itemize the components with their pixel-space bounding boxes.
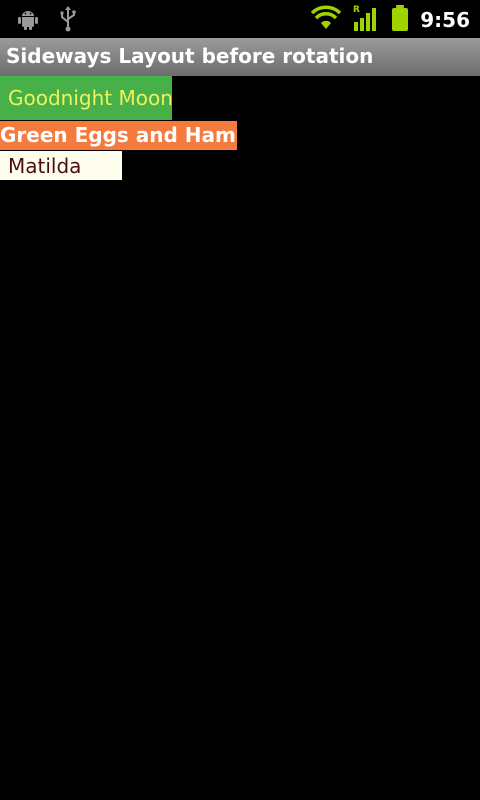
status-clock: 9:56 [420, 8, 470, 32]
title-bar: Sideways Layout before rotation [0, 38, 480, 76]
wifi-icon [310, 5, 342, 35]
status-right-icons: R 9:56 [310, 4, 470, 36]
svg-text:R: R [353, 5, 360, 15]
list-item-label: Matilda [8, 154, 82, 178]
list-item-goodnight-moon: Goodnight Moon [0, 76, 173, 120]
status-left-icons [16, 6, 78, 36]
signal-roaming-icon: R [352, 4, 380, 36]
list-item-label: Goodnight Moon [8, 86, 173, 110]
page-title: Sideways Layout before rotation [6, 44, 374, 68]
usb-icon [58, 6, 78, 36]
status-bar: R 9:56 [0, 0, 480, 38]
list-item-green-eggs-and-ham: Green Eggs and Ham [0, 121, 237, 150]
main-content: Goodnight Moon Green Eggs and Ham Matild… [0, 76, 480, 800]
battery-icon [390, 4, 410, 36]
list-item-label: Green Eggs and Ham [0, 123, 236, 147]
android-debug-icon [16, 7, 40, 35]
list-item-matilda: Matilda [0, 151, 122, 180]
